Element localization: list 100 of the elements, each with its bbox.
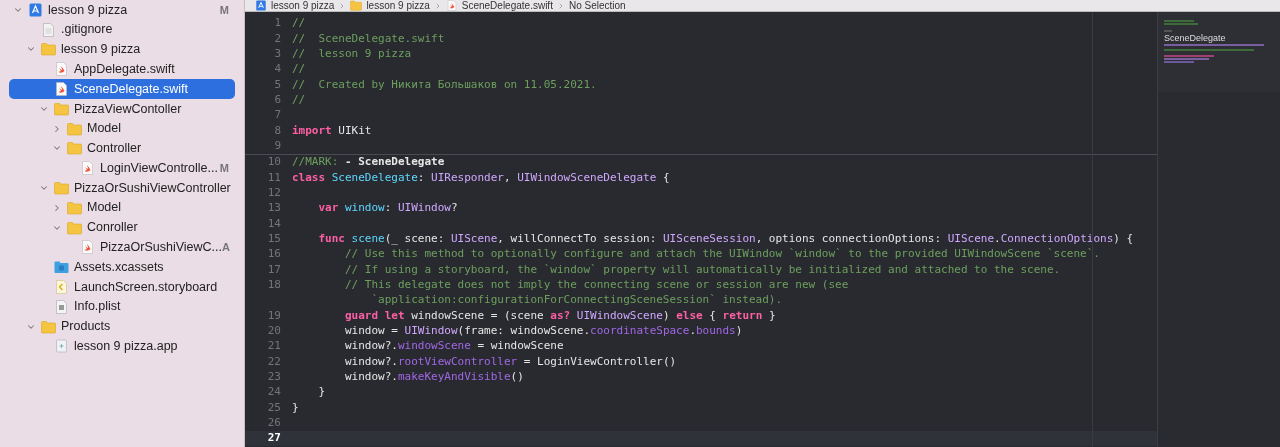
code-line: // This delegate does not imply the connecting scene or session are new (see [343,277,849,293]
code-line: var window: UIWindow? [317,200,458,217]
item-label: Info.plist [74,298,121,316]
code-line: // lesson 9 pizza [292,46,412,63]
line-number: 25 [267,400,281,414]
line-number: 10 [267,155,281,169]
folder-icon [66,220,82,235]
breadcrumb-item[interactable]: lesson 9 pizza [271,0,335,11]
navigator-item[interactable]: lesson 9 pizza M [9,0,235,20]
folder-icon [66,200,82,215]
navigator-item[interactable]: lesson 9 pizza.app [9,336,235,357]
breadcrumb-item[interactable]: No Selection [568,0,626,11]
app-file-icon [53,339,69,354]
chevron-right-icon[interactable] [52,202,62,213]
navigator-item[interactable]: PizzaOrSushiViewController [9,178,235,198]
navigator-item[interactable]: SceneDelegate.swift [9,79,235,99]
code-line: window?.makeKeyAndVisible() [343,368,524,385]
folder-icon [350,0,363,11]
item-label: PizzaViewContoller [74,100,182,118]
code-line: // If using a storyboard, the `window` property will automatically be initialized and attached to the scene. [343,261,1061,278]
item-label: lesson 9 pizza [61,41,141,59]
line-number: 9 [274,139,281,153]
line-number: 8 [274,123,281,137]
file-icon [40,22,56,37]
navigator-item[interactable]: PizzaOrSushiViewC...A [9,237,235,258]
navigator-item[interactable]: lesson 9 pizza [9,39,235,60]
item-label: lesson 9 pizza [48,1,128,19]
line-number: 27 [267,431,281,445]
code-line: // [292,15,306,32]
code-line: import UIKit [292,122,372,139]
line-number: 18 [267,278,281,291]
line-number: 16 [267,247,281,261]
assets-folder-icon [53,260,69,275]
navigator-item[interactable]: Assets.xcassets [9,257,235,278]
line-number: 5 [274,77,281,91]
item-label: PizzaOrSushiViewC... [100,239,223,257]
breadcrumb-item[interactable]: SceneDelegate.swift [461,0,553,11]
item-label: LaunchScreen.storyboard [74,278,218,296]
navigator-item[interactable]: Model [9,118,235,139]
line-number: 15 [267,232,281,245]
navigator-item[interactable]: LaunchScreen.storyboard [9,277,235,297]
item-label: AppDelegate.swift [74,60,175,78]
status-letter: M [219,2,229,18]
code-line: // Created by Никита Большаков on 11.05.2021. [292,76,597,93]
code-line: class SceneDelegate: UIResponder, UIWindowSceneDelegate { [292,169,670,186]
item-label: PizzaOrSushiViewController [74,179,231,197]
swift-file-icon [53,82,69,97]
folder-icon [53,181,69,196]
line-number: 13 [267,201,281,215]
line-number: 20 [267,324,281,337]
line-number: 14 [267,216,281,230]
navigator-item[interactable]: PizzaViewContoller [9,99,235,119]
line-number: 2 [274,31,281,45]
minimap-mark-title: SceneDelegate [1164,34,1227,43]
swift-file-icon [53,62,69,77]
code-line: // Use this method to optionally configure and attach the UIWindow `window` to the provided UIWindowScene `scene`. [343,246,1100,263]
project-icon [27,2,43,17]
navigator-item[interactable]: Model [9,197,235,218]
line-number: 19 [267,308,281,322]
item-label: Model [87,120,122,138]
code-line: } [317,384,326,401]
code-line: // SceneDelegate.swift [292,30,445,47]
code-line: // [292,92,306,109]
swift-file-icon [79,240,95,255]
navigator-item[interactable]: Info.plist [9,296,235,317]
item-label: Products [61,318,111,336]
line-number: 6 [274,93,281,107]
code-line: window = UIWindow(frame: windowScene.coordinateSpace.bounds) [343,323,743,339]
line-number: 24 [267,385,281,399]
item-label: Controller [87,140,142,158]
navigator-item[interactable]: .gitignore [9,19,235,40]
code-editor[interactable] [245,12,1157,447]
breadcrumb-item[interactable]: lesson 9 pizza [366,0,430,11]
line-number: 4 [274,62,281,76]
folder-icon [66,141,82,156]
navigator-item[interactable]: LoginViewControlle...M [9,158,235,179]
navigator-item[interactable]: Conroller [9,217,235,238]
item-label: Assets.xcassets [74,258,164,276]
item-label: Model [87,199,122,217]
code-line: window?.windowScene = windowScene [343,338,564,355]
chevron-right-icon[interactable] [52,123,62,134]
swift-file-icon [79,161,95,176]
line-number: 12 [267,186,281,200]
code-line: } [292,399,299,416]
plist-file-icon [53,299,69,314]
navigator-item[interactable]: AppDelegate.swift [9,59,235,80]
navigator-item[interactable]: Products [9,316,235,337]
item-label: Conroller [87,219,138,237]
minimap[interactable]: SceneDelegate [1158,12,1280,92]
item-label: .gitignore [61,21,113,39]
storyboard-file-icon [53,280,69,295]
line-number: 3 [274,47,281,61]
status-letter: M [219,161,229,176]
code-line: window?.rootViewController = LoginViewController() [343,353,677,370]
line-number: 11 [267,170,281,184]
line-number: 1 [274,16,281,30]
status-letter: A [222,240,230,256]
project-icon [255,0,267,11]
line-number: 7 [274,108,281,122]
navigator-item[interactable]: Controller [9,138,235,159]
